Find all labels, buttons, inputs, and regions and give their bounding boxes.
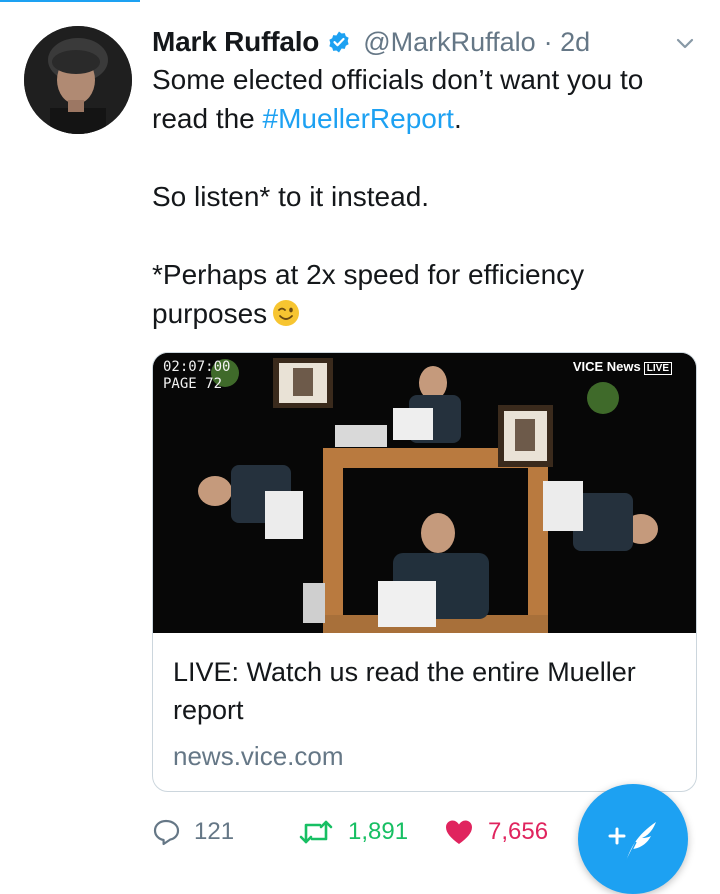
author-name[interactable]: Mark Ruffalo: [152, 26, 319, 58]
like-button[interactable]: 7,656: [444, 818, 548, 846]
heart-icon: [446, 820, 472, 844]
retweet-button[interactable]: 1,891: [298, 818, 444, 846]
reply-icon: [153, 819, 180, 846]
link-card[interactable]: 02:07:00 PAGE 72 VICE News LIVE LIVE: Wat…: [152, 352, 697, 792]
tweet-text-line: purposes: [152, 294, 692, 333]
like-count: 7,656: [488, 818, 549, 845]
card-media[interactable]: 02:07:00 PAGE 72 VICE News LIVE: [153, 353, 696, 633]
brand-name: VICE News: [572, 359, 641, 374]
tweet-text-fragment: .: [453, 103, 462, 134]
tweet-text-line: Some elected officials don’t want you to: [152, 64, 644, 95]
author-handle[interactable]: @MarkRuffalo: [363, 27, 535, 58]
reply-count: 121: [194, 818, 235, 845]
tweet-text-fragment: purposes: [152, 298, 268, 329]
video-timecode: 02:07:00 PAGE 72: [163, 359, 230, 393]
verified-badge-icon: [327, 30, 351, 54]
compose-tweet-button[interactable]: [578, 784, 688, 894]
tweet-text-fragment: read the: [152, 103, 263, 134]
tweet-actions: 121 1,891 7,656: [152, 812, 548, 852]
vice-news-logo: VICE News LIVE: [572, 359, 672, 375]
top-tab-indicator: [0, 0, 140, 2]
tweet-timestamp[interactable]: · 2d: [544, 27, 591, 58]
tweet-text: Some elected officials don’t want you to…: [152, 60, 692, 333]
retweet-icon: [299, 820, 333, 844]
tweet-text-line: *Perhaps at 2x speed for efficiency: [152, 259, 585, 290]
timecode-value: 02:07:00: [163, 359, 231, 375]
hashtag-link[interactable]: #MuellerReport: [263, 103, 454, 134]
retweet-count: 1,891: [348, 818, 409, 845]
compose-quill-icon: [608, 822, 656, 863]
chevron-down-icon[interactable]: [674, 32, 696, 54]
reply-button[interactable]: 121: [152, 818, 298, 846]
avatar[interactable]: [24, 26, 132, 134]
tweet-text-line: So listen* to it instead.: [152, 181, 430, 212]
card-title[interactable]: LIVE: Watch us read the entire Mueller r…: [173, 653, 683, 729]
page-counter: PAGE 72: [163, 376, 223, 392]
live-badge: LIVE: [643, 362, 672, 375]
tweet-header: Mark Ruffalo @MarkRuffalo · 2d: [152, 22, 696, 62]
tweet-text-line: read the #MuellerReport.: [152, 99, 692, 138]
card-domain[interactable]: news.vice.com: [173, 741, 344, 772]
wink-emoji-icon: [271, 298, 301, 328]
